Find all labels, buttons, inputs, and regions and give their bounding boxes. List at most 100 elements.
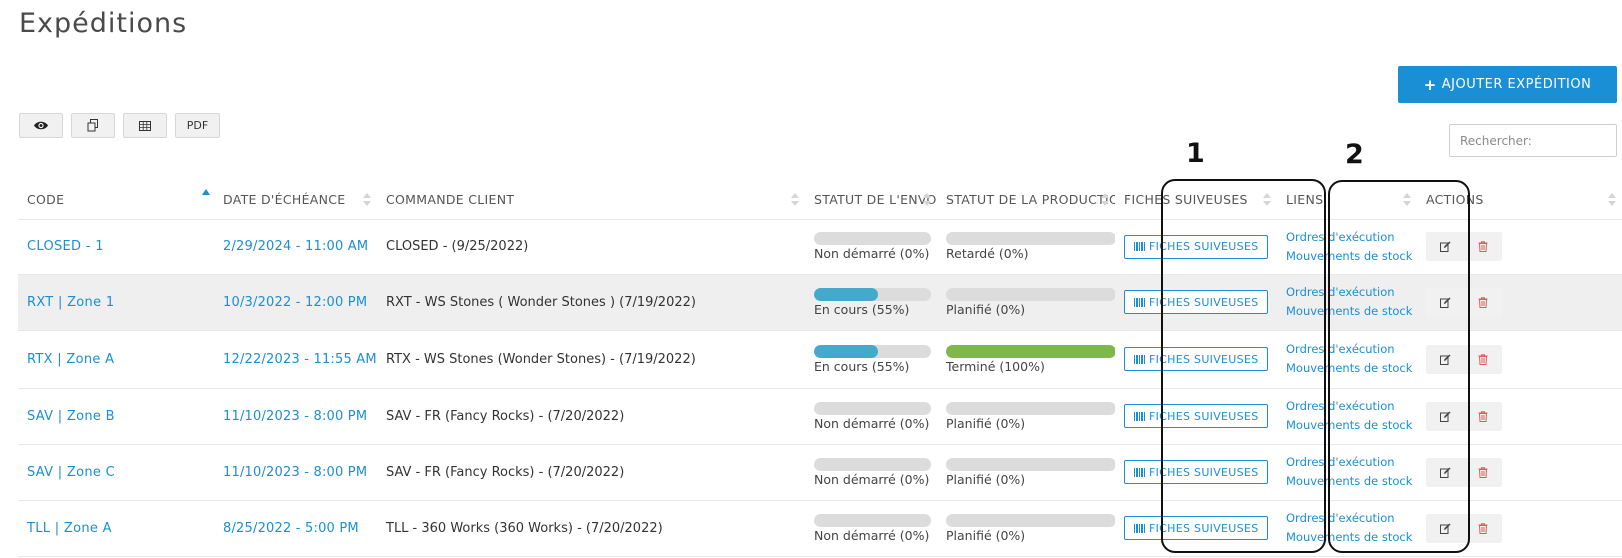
customer-order-text: RTX - WS Stones (Wonder Stones) - (7/19/… bbox=[386, 351, 696, 367]
cell-production-status: Planifié (0%) bbox=[937, 274, 1115, 331]
cell-shipping-status: Non démarré (0%) bbox=[805, 219, 937, 275]
production-progress: Planifié (0%) bbox=[946, 401, 1115, 431]
cell-customer-order: RXT - WS Stones ( Wonder Stones ) (7/19/… bbox=[377, 274, 805, 331]
column-header-due-date[interactable]: DATE D'ÉCHÉANCE bbox=[214, 181, 377, 220]
production-progress: Planifié (0%) bbox=[946, 287, 1115, 317]
production-progress-bar bbox=[946, 457, 1115, 471]
production-status-label: Planifié (0%) bbox=[946, 527, 1026, 543]
barcode-icon bbox=[1134, 467, 1145, 477]
shipping-progress-bar bbox=[814, 232, 931, 245]
due-date-link[interactable]: 10/3/2022 - 12:00 PM bbox=[223, 295, 367, 310]
shipping-status-label: Non démarré (0%) bbox=[814, 415, 930, 431]
shipping-progress: Non démarré (0%) bbox=[814, 513, 931, 543]
shipping-progress: Non démarré (0%) bbox=[814, 457, 931, 487]
customer-order-text: SAV - FR (Fancy Rocks) - (7/20/2022) bbox=[386, 408, 625, 424]
add-shipment-button[interactable]: + AJOUTER EXPÉDITION bbox=[1398, 66, 1617, 103]
sort-icon bbox=[363, 192, 371, 208]
table-icon bbox=[139, 120, 151, 131]
cell-code: SAV | Zone B bbox=[18, 388, 214, 445]
production-progress-bar bbox=[946, 287, 1115, 301]
shipment-code-link[interactable]: TLL | Zone A bbox=[27, 521, 112, 536]
annotation-label-2: 2 bbox=[1345, 139, 1364, 170]
shipment-code-link[interactable]: RTX | Zone A bbox=[27, 352, 114, 367]
barcode-icon bbox=[1134, 297, 1145, 307]
shipping-status-label: Non démarré (0%) bbox=[814, 527, 930, 543]
due-date-link[interactable]: 2/29/2024 - 11:00 AM bbox=[223, 239, 368, 254]
cell-shipping-status: Non démarré (0%) bbox=[805, 500, 937, 557]
production-status-label: Planifié (0%) bbox=[946, 301, 1026, 317]
barcode-icon bbox=[1134, 354, 1145, 364]
shipping-progress-bar bbox=[814, 513, 931, 527]
export-toolbar: PDF bbox=[19, 113, 220, 138]
excel-export-button[interactable] bbox=[123, 113, 167, 138]
production-progress-bar bbox=[946, 513, 1115, 527]
barcode-icon bbox=[1134, 411, 1145, 421]
cell-code: RXT | Zone 1 bbox=[18, 274, 214, 331]
shipping-status-label: Non démarré (0%) bbox=[814, 246, 930, 261]
cell-due-date: 8/25/2022 - 5:00 PM bbox=[214, 500, 377, 557]
due-date-link[interactable]: 8/25/2022 - 5:00 PM bbox=[223, 521, 359, 536]
column-header-label: COMMANDE CLIENT bbox=[386, 192, 515, 208]
copy-button[interactable] bbox=[71, 113, 115, 138]
shipment-code-link[interactable]: SAV | Zone C bbox=[27, 465, 115, 480]
column-header-customer-order[interactable]: COMMANDE CLIENT bbox=[377, 181, 805, 220]
shipment-code-link[interactable]: CLOSED - 1 bbox=[27, 239, 104, 254]
shipment-code-link[interactable]: RXT | Zone 1 bbox=[27, 295, 114, 310]
cell-due-date: 11/10/2023 - 8:00 PM bbox=[214, 388, 377, 445]
shipping-progress: Non démarré (0%) bbox=[814, 401, 931, 431]
production-progress-bar bbox=[946, 232, 1115, 245]
shipping-progress: En cours (55%) bbox=[814, 344, 931, 374]
sort-ascending-icon bbox=[202, 189, 210, 195]
due-date-link[interactable]: 11/10/2023 - 8:00 PM bbox=[223, 409, 367, 424]
search-input[interactable] bbox=[1449, 124, 1617, 157]
production-progress: Terminé (100%) bbox=[946, 344, 1115, 374]
cell-due-date: 11/10/2023 - 8:00 PM bbox=[214, 444, 377, 501]
cell-code: CLOSED - 1 bbox=[18, 219, 214, 275]
shipping-status-label: En cours (55%) bbox=[814, 358, 910, 374]
sort-icon bbox=[923, 192, 931, 208]
shipment-code-link[interactable]: SAV | Zone B bbox=[27, 409, 115, 424]
cell-customer-order: SAV - FR (Fancy Rocks) - (7/20/2022) bbox=[377, 444, 805, 501]
cell-shipping-status: Non démarré (0%) bbox=[805, 444, 937, 501]
annotation-box-1 bbox=[1161, 179, 1326, 553]
sort-icon bbox=[1101, 192, 1109, 208]
production-progress: Retardé (0%) bbox=[946, 232, 1115, 261]
customer-order-text: RXT - WS Stones ( Wonder Stones ) (7/19/… bbox=[386, 294, 696, 310]
cell-production-status: Planifié (0%) bbox=[937, 444, 1115, 501]
barcode-icon bbox=[1134, 242, 1145, 251]
plus-icon: + bbox=[1423, 75, 1437, 94]
cell-shipping-status: En cours (55%) bbox=[805, 274, 937, 331]
add-shipment-label: AJOUTER EXPÉDITION bbox=[1441, 77, 1592, 92]
customer-order-text: SAV - FR (Fancy Rocks) - (7/20/2022) bbox=[386, 464, 625, 480]
shipping-status-label: En cours (55%) bbox=[814, 301, 910, 317]
column-header-label: CODE bbox=[27, 192, 65, 208]
pdf-export-button[interactable]: PDF bbox=[175, 113, 220, 138]
column-header-shipping-status[interactable]: STATUT DE L'ENVOI bbox=[805, 181, 937, 220]
production-progress: Planifié (0%) bbox=[946, 513, 1115, 543]
production-status-label: Planifié (0%) bbox=[946, 471, 1026, 487]
barcode-icon bbox=[1134, 523, 1145, 533]
production-status-label: Terminé (100%) bbox=[946, 358, 1045, 374]
shipping-progress-fill bbox=[814, 344, 879, 358]
eye-icon bbox=[34, 121, 48, 130]
column-header-label: DATE D'ÉCHÉANCE bbox=[223, 192, 346, 208]
shipping-status-label: Non démarré (0%) bbox=[814, 471, 930, 487]
column-header-code[interactable]: CODE bbox=[18, 181, 214, 220]
production-status-label: Planifié (0%) bbox=[946, 415, 1026, 431]
copy-icon bbox=[87, 119, 98, 132]
annotation-box-2 bbox=[1328, 180, 1470, 553]
shipping-progress: En cours (55%) bbox=[814, 287, 931, 317]
cell-due-date: 12/22/2023 - 11:55 AM bbox=[214, 330, 377, 389]
column-header-production-status[interactable]: STATUT DE LA PRODUCTION bbox=[937, 181, 1115, 220]
view-toggle-button[interactable] bbox=[19, 113, 63, 138]
production-progress: Planifié (0%) bbox=[946, 457, 1115, 487]
due-date-link[interactable]: 12/22/2023 - 11:55 AM bbox=[223, 352, 377, 367]
cell-code: RTX | Zone A bbox=[18, 330, 214, 389]
column-header-label: STATUT DE LA PRODUCTION bbox=[946, 192, 1115, 208]
due-date-link[interactable]: 11/10/2023 - 8:00 PM bbox=[223, 465, 367, 480]
cell-customer-order: CLOSED - (9/25/2022) bbox=[377, 219, 805, 275]
shipping-progress-bar bbox=[814, 344, 931, 358]
customer-order-text: TLL - 360 Works (360 Works) - (7/20/2022… bbox=[386, 520, 663, 536]
shipping-progress-bar bbox=[814, 457, 931, 471]
cell-customer-order: TLL - 360 Works (360 Works) - (7/20/2022… bbox=[377, 500, 805, 557]
